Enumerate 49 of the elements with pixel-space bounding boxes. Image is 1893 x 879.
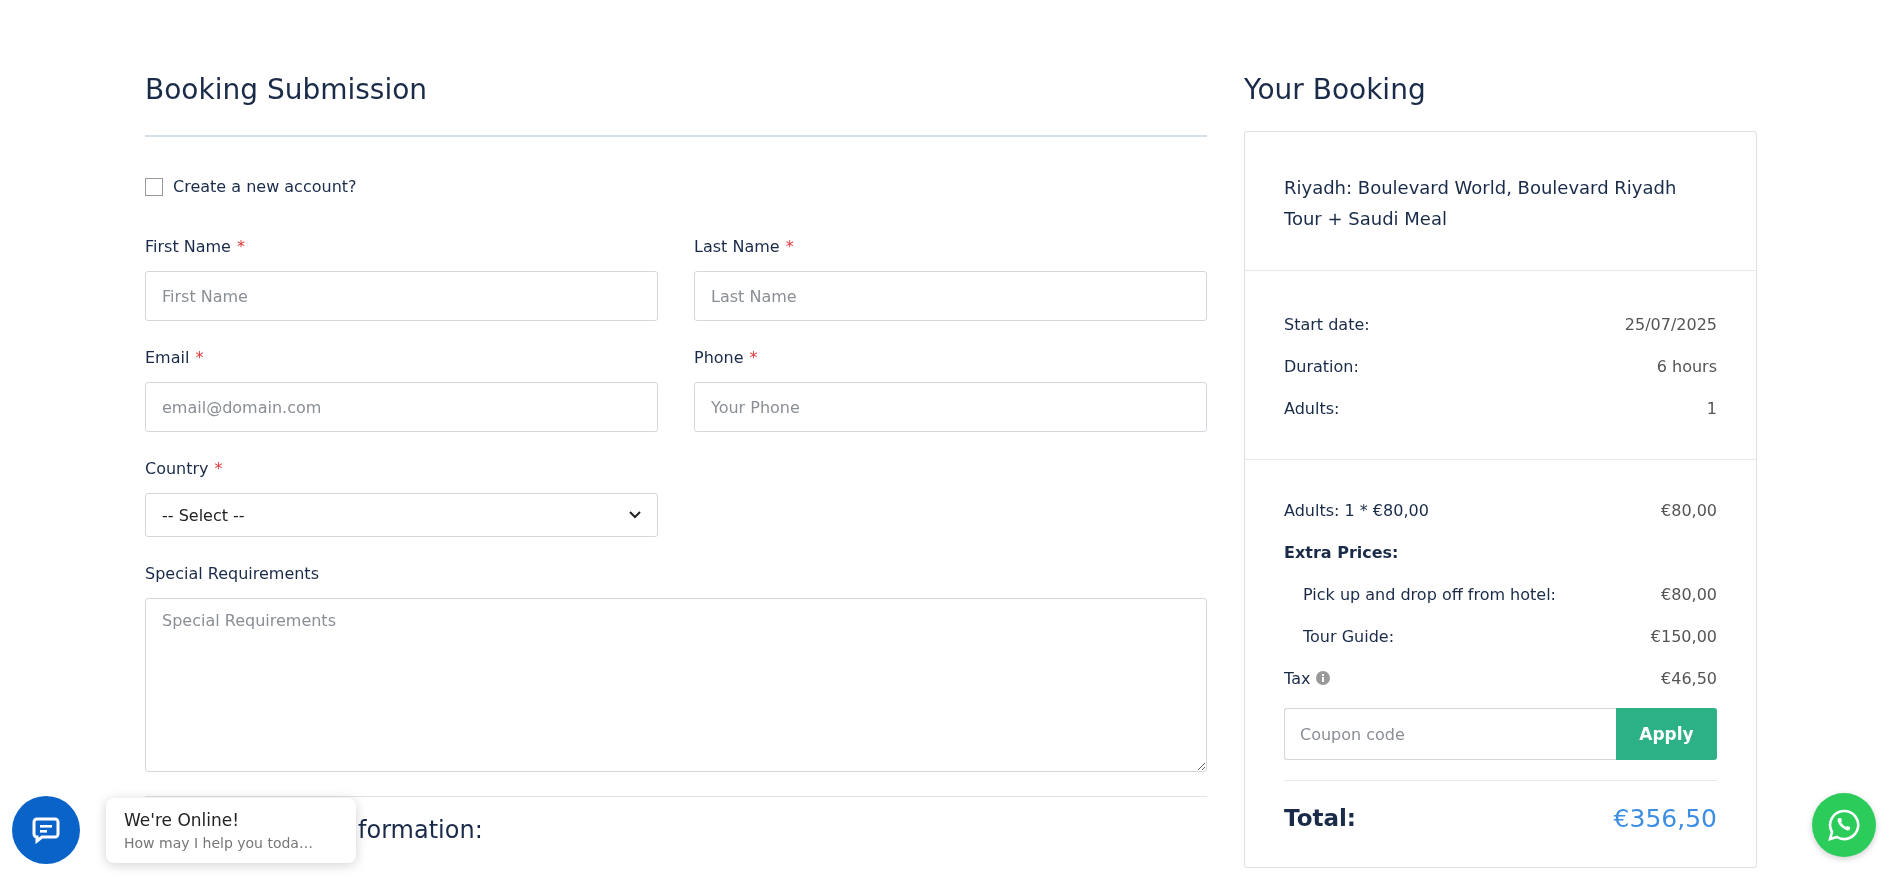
detail-label: Adults: [1284, 398, 1340, 418]
input-field[interactable]: Your Phone [694, 382, 1207, 432]
input-field[interactable]: email@domain.com [145, 382, 658, 432]
field-label: First Name [145, 237, 231, 257]
required-mark: * [214, 459, 223, 479]
required-mark: * [785, 237, 794, 257]
required-mark: * [749, 348, 758, 368]
chat-popup-title: We're Online! [124, 809, 241, 830]
field-label: Phone [694, 348, 744, 368]
required-mark: * [195, 348, 204, 368]
price-value: €150,00 [1650, 626, 1717, 646]
detail-label: Start date: [1284, 314, 1370, 334]
price-label: Tax [1284, 668, 1311, 688]
section-heading: Your Booking [1244, 72, 1427, 108]
input-field[interactable]: Last Name [694, 271, 1207, 321]
detail-value: 6 hours [1656, 356, 1717, 376]
input-field[interactable]: First Name [145, 271, 658, 321]
whatsapp-button[interactable] [1812, 793, 1876, 857]
price-value: €46,50 [1661, 668, 1717, 688]
field-label: Special Requirements [145, 564, 319, 584]
price-label: Tour Guide: [1303, 626, 1395, 646]
field-label: Last Name [694, 237, 780, 257]
price-group-label: Extra Prices: [1284, 542, 1399, 562]
price-label: Pick up and drop off from hotel: [1303, 584, 1556, 604]
total-value: €356,50 [1613, 803, 1717, 833]
field-label: Email [145, 348, 190, 368]
field-label: Country [145, 459, 209, 479]
coupon-input[interactable]: Coupon code [1284, 708, 1616, 760]
price-value: €80,00 [1661, 500, 1717, 520]
detail-label: Duration: [1284, 356, 1359, 376]
section-heading: Booking Submission [145, 72, 429, 108]
phone-bubble-icon [1827, 808, 1861, 842]
chevron-down-icon [629, 511, 641, 519]
chat-popup-message: How may I help you toda… [124, 834, 314, 851]
info-icon[interactable] [1316, 671, 1331, 685]
price-value: €80,00 [1661, 584, 1717, 604]
chat-bubble-icon [31, 816, 61, 844]
detail-value: 25/07/2025 [1624, 314, 1717, 334]
section-heading: formation: [358, 815, 484, 846]
required-mark: * [236, 237, 245, 257]
select-dropdown[interactable]: -- Select -- [145, 493, 658, 537]
total-label: Total: [1284, 805, 1357, 831]
price-label: Adults: 1 * €80,00 [1284, 500, 1429, 520]
checkbox[interactable] [145, 177, 163, 196]
detail-value: 1 [1706, 398, 1717, 418]
tour-title: Riyadh: Boulevard World, Boulevard Riyadh Tour + Saudi Meal [1284, 176, 1678, 231]
textarea-field[interactable]: Special Requirements [145, 598, 1207, 772]
chat-popup[interactable]: We're Online! How may I help you toda… [106, 797, 356, 863]
checkbox-label: Create a new account? [173, 177, 357, 196]
